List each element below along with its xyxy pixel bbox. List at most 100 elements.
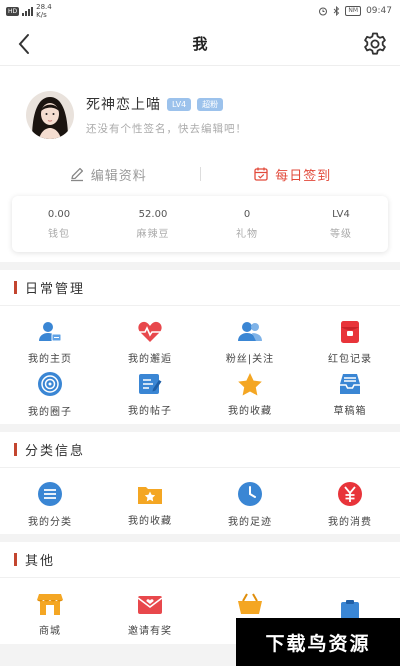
menu-label: 我的主页 [28,353,72,365]
menu-category-favorites[interactable]: 我的收藏 [100,478,200,530]
avatar[interactable] [26,91,74,139]
menu-my-encounters[interactable]: 我的邂逅 [100,316,200,368]
clock-time: 09:47 [366,6,392,16]
menu-label: 邀请有奖 [128,625,172,637]
profile-row[interactable]: 死神恋上喵 LV4 超粉 还没有个性签名，快去编辑吧！ [16,80,384,150]
section-category: 分类信息 我的分类 我的收藏 我的足迹 我的消费 [0,432,400,534]
section-title: 日常管理 [25,282,86,297]
nav-header: 我 [0,22,400,66]
profile-actions: 编辑资料 每日签到 [16,154,384,194]
shop-icon [37,593,63,615]
back-button[interactable] [10,30,38,58]
section-marker [14,281,17,294]
stat-label: 钱包 [48,228,70,240]
section-title: 其他 [25,554,56,569]
clock-icon [238,481,262,506]
daily-signin-label: 每日签到 [275,168,332,184]
menu-my-footprints[interactable]: 我的足迹 [200,478,300,530]
section-marker [14,553,17,566]
edit-profile-button[interactable]: 编辑资料 [16,165,200,184]
menu-label: 我的收藏 [228,405,272,417]
menu-label: 我的足迹 [228,516,272,528]
watermark-logo: 下载鸟资源 [236,618,400,666]
menu-shop[interactable]: 商城 [0,588,100,640]
stat-label: 等级 [330,228,352,240]
section-header: 分类信息 [0,432,400,468]
menu-my-favorites[interactable]: 我的收藏 [200,368,300,420]
section-header: 日常管理 [0,270,400,306]
star-folder-icon [138,486,162,504]
menu-label: 草稿箱 [333,405,367,417]
calendar-icon [254,167,268,181]
menu-label: 红包记录 [328,353,372,365]
red-packet-icon [341,320,359,343]
user-card-icon [39,321,62,341]
basket-icon [238,593,262,614]
star-icon [238,372,262,395]
category-grid: 我的分类 我的收藏 我的足迹 我的消费 [0,468,400,534]
heartbeat-icon [138,321,162,342]
menu-label: 我的消费 [328,516,372,528]
net-speed-value: 28.4 [36,3,52,11]
edit-profile-label: 编辑资料 [90,168,147,184]
stat-value: 0 [243,208,251,220]
menu-label: 我的收藏 [128,515,172,527]
menu-fans-following[interactable]: 粉丝|关注 [200,316,300,368]
status-left: HD 28.4 K/s [6,3,52,19]
menu-label: 我的圈子 [28,406,72,418]
menu-my-categories[interactable]: 我的分类 [0,478,100,530]
section-header: 其他 [0,542,400,578]
section-marker [14,443,17,456]
profile-info: 死神恋上喵 LV4 超粉 还没有个性签名，快去编辑吧！ [86,94,247,136]
menu-drafts[interactable]: 草稿箱 [300,368,400,420]
menu-label: 我的邂逅 [128,353,172,365]
profile-card: 死神恋上喵 LV4 超粉 还没有个性签名，快去编辑吧！ 编辑资料 每日签到 [0,66,400,194]
avatar-image [26,91,74,139]
net-speed: 28.4 K/s [36,3,52,19]
signature-text[interactable]: 还没有个性签名，快去编辑吧！ [86,121,247,136]
daily-grid: 我的主页 我的邂逅 粉丝|关注 红包记录 我的圈子 我的帖子 我的收藏 草稿箱 [0,306,400,424]
menu-my-spending[interactable]: 我的消费 [300,478,400,530]
invite-mail-icon [137,595,163,614]
menu-my-posts[interactable]: 我的帖子 [100,368,200,420]
menu-label: 我的帖子 [128,405,172,417]
alarm-icon [319,7,328,16]
status-right: NM 09:47 [318,6,392,16]
net-speed-unit: K/s [36,11,47,19]
vip-badge: 超粉 [197,97,224,111]
stats-wrapper: 0.00 钱包 52.00 麻辣豆 0 礼物 LV4 等级 [0,194,400,262]
section-title: 分类信息 [25,444,86,459]
bluetooth-icon [334,6,340,16]
menu-my-circles[interactable]: 我的圈子 [0,368,100,420]
gear-icon [364,32,386,55]
daily-signin-button[interactable]: 每日签到 [201,165,385,184]
stat-wallet[interactable]: 0.00 钱包 [12,196,106,252]
stat-value: 52.00 [138,208,168,220]
page-title: 我 [192,35,208,53]
stat-level[interactable]: LV4 等级 [294,196,388,252]
signal-icon [22,6,34,16]
stat-label: 麻辣豆 [136,228,170,240]
menu-red-packets[interactable]: 红包记录 [300,316,400,368]
circle-target-icon [38,371,62,396]
stat-gifts[interactable]: 0 礼物 [200,196,294,252]
chevron-left-icon [18,34,29,54]
menu-my-homepage[interactable]: 我的主页 [0,316,100,368]
menu-label: 我的分类 [28,516,72,528]
list-icon [38,481,62,506]
users-icon [238,321,262,341]
level-badge: LV4 [167,97,192,111]
settings-button[interactable] [360,29,390,59]
post-edit-icon [139,373,162,394]
name-line: 死神恋上喵 LV4 超粉 [86,94,247,114]
stat-label: 礼物 [236,228,258,240]
section-daily: 日常管理 我的主页 我的邂逅 粉丝|关注 红包记录 我的圈子 我的帖子 我的收藏… [0,270,400,424]
menu-invite-rewards[interactable]: 邀请有奖 [100,588,200,640]
stat-beans[interactable]: 52.00 麻辣豆 [106,196,200,252]
inbox-icon [340,373,360,394]
username: 死神恋上喵 [86,97,161,113]
stat-value: 0.00 [47,208,71,220]
menu-label: 商城 [39,625,61,637]
yuan-icon [338,481,362,506]
menu-label: 粉丝|关注 [225,353,275,365]
